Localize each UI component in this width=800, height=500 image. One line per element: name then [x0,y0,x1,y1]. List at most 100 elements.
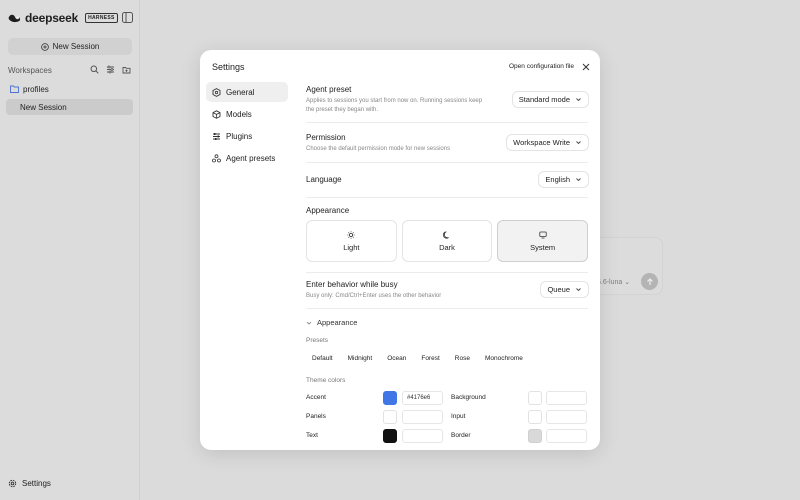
folder-icon [10,85,19,93]
theme-options: Light Dark System [306,220,589,262]
hexagon-icon [212,87,221,97]
presets-label: Presets [306,337,329,344]
search-icon[interactable] [90,65,99,74]
settings-nav: General Models Plugins Agent presets [206,82,288,170]
monitor-icon [539,231,547,238]
filter-icon[interactable] [106,65,115,74]
preset-rose[interactable]: Rose [449,352,476,365]
color-row: Panels Input [306,410,588,424]
new-session-button[interactable]: New Session [8,38,132,55]
chevron-down-icon [576,98,581,102]
agent-preset-select[interactable]: Standard mode [511,91,589,108]
appearance-row: Appearance [306,206,588,215]
color-label: Accent [306,394,326,401]
language-select[interactable]: English [538,171,589,188]
brand-name: deepseek [25,11,79,25]
chevron-down-icon [576,288,581,292]
language-value: English [545,175,570,184]
nav-item-label: Models [226,109,252,119]
preset-default[interactable]: Default [306,352,339,365]
permission-select[interactable]: Workspace Write [506,134,589,151]
sliders-icon [213,132,220,140]
plus-circle-icon [40,42,49,51]
enter-behavior-select[interactable]: Queue [540,281,589,298]
permission-value: Workspace Write [513,138,570,147]
theme-option-dark[interactable]: Dark [401,220,493,262]
whale-logo-icon [8,14,20,23]
preset-ocean[interactable]: Ocean [381,352,412,365]
appearance-section-toggle[interactable]: Appearance [306,318,357,327]
input-swatch[interactable] [528,410,542,424]
theme-option-system[interactable]: System [497,220,589,262]
modal-title: Settings [212,62,245,72]
enter-behavior-value: Queue [547,285,570,294]
settings-content: Agent preset Applies to sessions you sta… [306,82,589,450]
color-label: Input [451,413,466,420]
color-label: Background [451,394,486,401]
close-icon[interactable] [582,63,590,71]
panels-swatch[interactable] [383,410,397,424]
preset-monochrome[interactable]: Monochrome [479,352,529,365]
preset-list: Default Midnight Ocean Forest Rose Monoc… [306,352,529,365]
open-config-button[interactable]: Open configuration file [504,61,579,72]
divider [306,162,588,163]
divider [306,308,588,309]
enter-behavior-desc: Busy only: Cmd/Ctrl+Enter uses the other… [306,293,442,299]
session-item-new-session[interactable]: New Session [6,99,133,115]
chevron-down-icon [306,321,312,325]
settings-modal: Settings Open configuration file General… [200,50,600,450]
nav-item-general[interactable]: General [206,82,288,102]
session-item-label: New Session [20,102,67,112]
appearance-section-title: Appearance [317,318,358,327]
theme-colors-label: Theme colors [306,377,346,384]
new-session-label: New Session [52,42,100,51]
nav-item-label: General [226,87,255,97]
agent-preset-value: Standard mode [518,95,570,104]
sun-icon [347,230,356,239]
input-hex-input[interactable] [546,410,587,424]
chevron-down-icon [576,141,581,145]
preset-forest[interactable]: Forest [415,352,445,365]
color-row: Accent #4176e6 Background [306,391,588,405]
sidebar-toggle-icon[interactable] [122,12,133,23]
theme-option-light[interactable]: Light [306,220,397,262]
brand: deepseek HARNESS [8,11,118,25]
nav-item-label: Agent presets [226,153,276,163]
settings-label: Settings [22,479,51,488]
preset-midnight[interactable]: Midnight [342,352,379,365]
background-hex-input[interactable] [546,391,587,405]
divider [306,197,588,198]
accent-swatch[interactable] [383,391,397,405]
border-hex-input[interactable] [546,429,587,443]
accent-hex-input[interactable]: #4176e6 [402,391,443,405]
chevron-down-icon [576,178,581,182]
workspace-tools [90,65,131,74]
settings-link[interactable]: Settings [8,479,51,488]
border-swatch[interactable] [528,429,542,443]
appearance-title: Appearance [306,206,350,215]
nav-item-label: Plugins [226,131,253,141]
users-icon [212,153,221,162]
workspace-item-label: profiles [23,84,49,94]
divider [306,272,588,273]
cube-icon [212,109,221,119]
nav-item-agent-presets[interactable]: Agent presets [206,148,288,168]
brand-badge: HARNESS [85,13,118,23]
new-folder-icon[interactable] [122,65,131,74]
divider [306,122,588,123]
color-label: Text [306,432,318,439]
background-swatch[interactable] [528,391,542,405]
workspaces-label: Workspaces [8,66,52,75]
workspace-item-profiles[interactable]: profiles [6,81,133,97]
color-label: Panels [306,413,326,420]
text-hex-input[interactable] [402,429,443,443]
gear-icon [8,479,17,488]
nav-item-plugins[interactable]: Plugins [206,126,288,146]
theme-option-label: System [530,242,556,252]
color-label: Border [451,432,471,439]
nav-item-models[interactable]: Models [206,104,288,124]
text-swatch[interactable] [383,429,397,443]
theme-option-label: Light [343,242,360,252]
agent-preset-desc: Applies to sessions you start from now o… [306,98,483,114]
panels-hex-input[interactable] [402,410,443,424]
